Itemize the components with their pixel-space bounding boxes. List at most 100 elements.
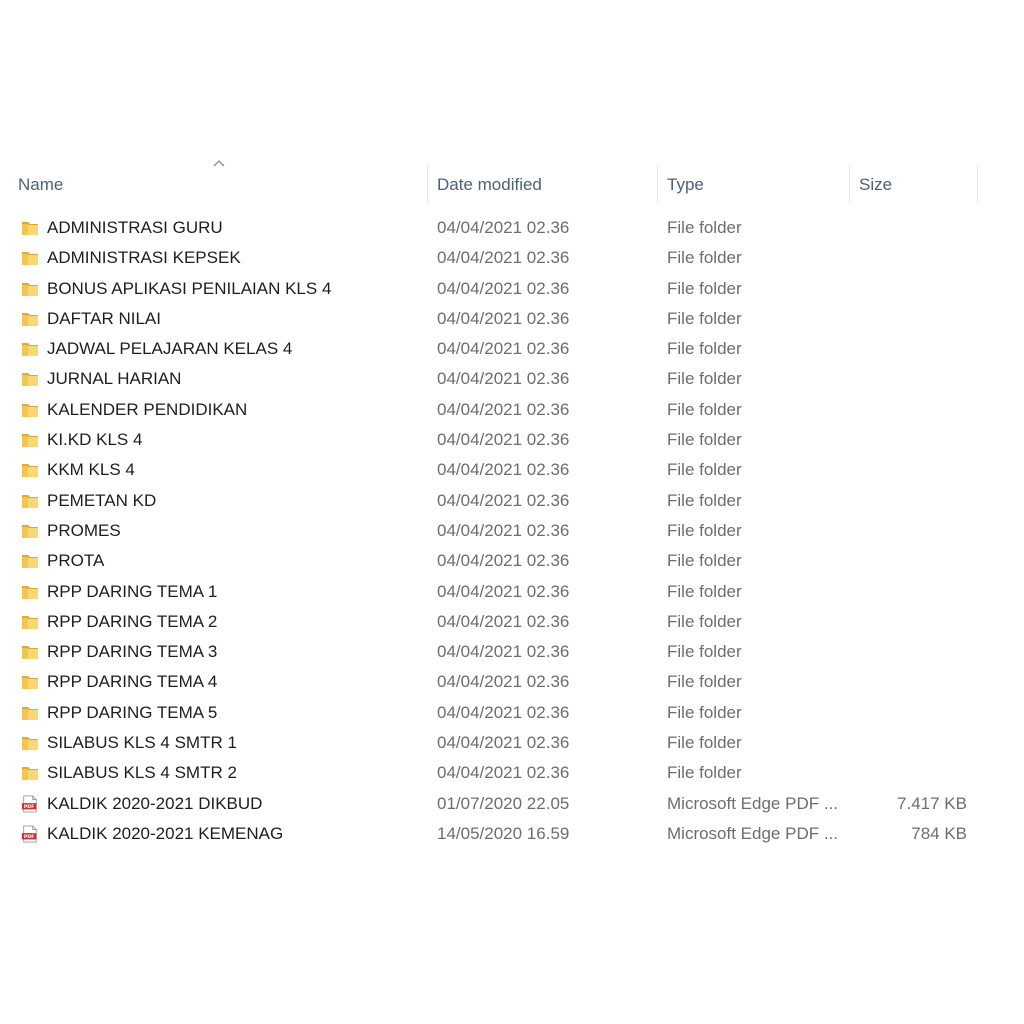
folder-icon bbox=[22, 252, 38, 266]
file-row[interactable]: RPP DARING TEMA 4 04/04/2021 02.36 File fo… bbox=[0, 667, 1000, 697]
file-date-modified: 04/04/2021 02.36 bbox=[437, 430, 570, 450]
file-date-modified: 04/04/2021 02.36 bbox=[437, 733, 570, 753]
file-row[interactable]: ADMINISTRASI KEPSEK 04/04/2021 02.36 File … bbox=[0, 243, 1000, 273]
file-type: File folder bbox=[667, 339, 742, 359]
file-row[interactable]: DAFTAR NILAI 04/04/2021 02.36 File folder bbox=[0, 304, 1000, 334]
file-type: File folder bbox=[667, 763, 742, 783]
file-list-view: Name Date modified Type Size ADMINISTRAS… bbox=[0, 160, 1000, 843]
folder-icon bbox=[22, 464, 38, 478]
folder-icon bbox=[22, 373, 38, 387]
file-row[interactable]: PDF KALDIK 2020-2021 DIKBUD 01/07/2020 22.… bbox=[0, 789, 1000, 819]
file-date-modified: 04/04/2021 02.36 bbox=[437, 218, 570, 237]
file-name[interactable]: RPP DARING TEMA 3 bbox=[47, 637, 217, 667]
folder-icon bbox=[22, 524, 38, 538]
file-date-modified: 04/04/2021 02.36 bbox=[437, 278, 570, 298]
file-row[interactable]: SILABUS KLS 4 SMTR 1 04/04/2021 02.36 File… bbox=[0, 728, 1000, 758]
file-type: File folder bbox=[667, 702, 742, 722]
column-header-size[interactable]: Size bbox=[849, 160, 977, 208]
file-type: File folder bbox=[667, 581, 742, 601]
file-date-modified: 04/04/2021 02.36 bbox=[437, 399, 570, 419]
file-name[interactable]: RPP DARING TEMA 5 bbox=[47, 698, 217, 728]
file-date-modified: 04/04/2021 02.36 bbox=[437, 369, 570, 389]
column-divider[interactable] bbox=[977, 165, 978, 203]
column-header-type[interactable]: Type bbox=[657, 160, 849, 208]
file-type: File folder bbox=[667, 218, 742, 237]
file-name[interactable]: ADMINISTRASI GURU bbox=[47, 213, 223, 243]
folder-icon bbox=[22, 403, 38, 417]
file-row[interactable]: RPP DARING TEMA 3 04/04/2021 02.36 File fo… bbox=[0, 637, 1000, 667]
file-row[interactable]: PROMES 04/04/2021 02.36 File folder bbox=[0, 516, 1000, 546]
file-name[interactable]: RPP DARING TEMA 1 bbox=[47, 577, 217, 607]
file-type: File folder bbox=[667, 278, 742, 298]
file-name[interactable]: ADMINISTRASI KEPSEK bbox=[47, 243, 241, 273]
file-date-modified: 04/04/2021 02.36 bbox=[437, 339, 570, 359]
file-type: File folder bbox=[667, 611, 742, 631]
file-date-modified: 04/04/2021 02.36 bbox=[437, 642, 570, 662]
file-row[interactable]: RPP DARING TEMA 2 04/04/2021 02.36 File fo… bbox=[0, 607, 1000, 637]
file-row[interactable]: KI.KD KLS 4 04/04/2021 02.36 File folder bbox=[0, 425, 1000, 455]
file-name[interactable]: DAFTAR NILAI bbox=[47, 304, 161, 334]
file-date-modified: 04/04/2021 02.36 bbox=[437, 248, 570, 268]
column-header-bar: Name Date modified Type Size bbox=[0, 160, 1000, 208]
file-type: File folder bbox=[667, 430, 742, 450]
file-type: File folder bbox=[667, 551, 742, 571]
folder-icon bbox=[22, 494, 38, 508]
file-name[interactable]: SILABUS KLS 4 SMTR 1 bbox=[47, 728, 237, 758]
file-row[interactable]: PDF KALDIK 2020-2021 KEMENAG 14/05/2020 16… bbox=[0, 819, 1000, 849]
file-name[interactable]: RPP DARING TEMA 4 bbox=[47, 667, 217, 697]
file-name[interactable]: RPP DARING TEMA 2 bbox=[47, 607, 217, 637]
file-name[interactable]: PROTA bbox=[47, 546, 104, 576]
file-name[interactable]: KI.KD KLS 4 bbox=[47, 425, 142, 455]
file-date-modified: 04/04/2021 02.36 bbox=[437, 672, 570, 692]
file-row[interactable]: PEMETAN KD 04/04/2021 02.36 File folder bbox=[0, 486, 1000, 516]
file-name[interactable]: KKM KLS 4 bbox=[47, 455, 135, 485]
file-type: File folder bbox=[667, 733, 742, 753]
file-row[interactable]: BONUS APLIKASI PENILAIAN KLS 4 04/04/2021… bbox=[0, 274, 1000, 304]
file-type: File folder bbox=[667, 369, 742, 389]
chevron-up-icon bbox=[213, 160, 225, 167]
file-date-modified: 04/04/2021 02.36 bbox=[437, 460, 570, 480]
file-size: 7.417 KB bbox=[897, 793, 967, 813]
file-date-modified: 04/04/2021 02.36 bbox=[437, 551, 570, 571]
pdf-icon: PDF bbox=[21, 825, 37, 843]
file-name[interactable]: PROMES bbox=[47, 516, 121, 546]
file-type: File folder bbox=[667, 672, 742, 692]
file-row[interactable]: PROTA 04/04/2021 02.36 File folder bbox=[0, 546, 1000, 576]
column-header-size-label: Size bbox=[859, 175, 893, 194]
file-name[interactable]: BONUS APLIKASI PENILAIAN KLS 4 bbox=[47, 274, 331, 304]
file-row[interactable]: SILABUS KLS 4 SMTR 2 04/04/2021 02.36 File… bbox=[0, 758, 1000, 788]
file-name[interactable]: KALENDER PENDIDIKAN bbox=[47, 395, 247, 425]
folder-icon bbox=[22, 646, 38, 660]
file-date-modified: 04/04/2021 02.36 bbox=[437, 520, 570, 540]
file-row[interactable]: RPP DARING TEMA 1 04/04/2021 02.36 File fo… bbox=[0, 577, 1000, 607]
file-type: File folder bbox=[667, 399, 742, 419]
file-name[interactable]: KALDIK 2020-2021 DIKBUD bbox=[47, 789, 262, 819]
file-row[interactable]: ADMINISTRASI GURU 04/04/2021 02.36 File fo… bbox=[0, 213, 1000, 243]
file-row[interactable]: RPP DARING TEMA 5 04/04/2021 02.36 File fo… bbox=[0, 698, 1000, 728]
file-size: 784 KB bbox=[911, 823, 967, 843]
file-type: Microsoft Edge PDF ... bbox=[667, 793, 838, 813]
column-header-date-label: Date modified bbox=[437, 175, 542, 194]
file-name[interactable]: JADWAL PELAJARAN KELAS 4 bbox=[47, 334, 292, 364]
column-header-date-modified[interactable]: Date modified bbox=[427, 160, 657, 208]
folder-icon bbox=[22, 676, 38, 690]
file-row[interactable]: JURNAL HARIAN 04/04/2021 02.36 File folder bbox=[0, 364, 1000, 394]
file-date-modified: 04/04/2021 02.36 bbox=[437, 611, 570, 631]
file-date-modified: 04/04/2021 02.36 bbox=[437, 581, 570, 601]
pdf-icon: PDF bbox=[21, 795, 37, 813]
folder-icon bbox=[22, 282, 38, 296]
file-row[interactable]: KALENDER PENDIDIKAN 04/04/2021 02.36 File … bbox=[0, 395, 1000, 425]
file-type: File folder bbox=[667, 520, 742, 540]
folder-icon bbox=[22, 555, 38, 569]
file-name[interactable]: SILABUS KLS 4 SMTR 2 bbox=[47, 758, 237, 788]
file-name[interactable]: JURNAL HARIAN bbox=[47, 364, 181, 394]
file-type: File folder bbox=[667, 490, 742, 510]
file-row[interactable]: KKM KLS 4 04/04/2021 02.36 File folder bbox=[0, 455, 1000, 485]
file-name[interactable]: KALDIK 2020-2021 KEMENAG bbox=[47, 819, 283, 849]
file-row[interactable]: JADWAL PELAJARAN KELAS 4 04/04/2021 02.36… bbox=[0, 334, 1000, 364]
column-header-name[interactable]: Name bbox=[0, 160, 427, 208]
folder-icon bbox=[22, 615, 38, 629]
file-name[interactable]: PEMETAN KD bbox=[47, 486, 156, 516]
file-date-modified: 04/04/2021 02.36 bbox=[437, 490, 570, 510]
column-header-name-label: Name bbox=[18, 175, 64, 194]
